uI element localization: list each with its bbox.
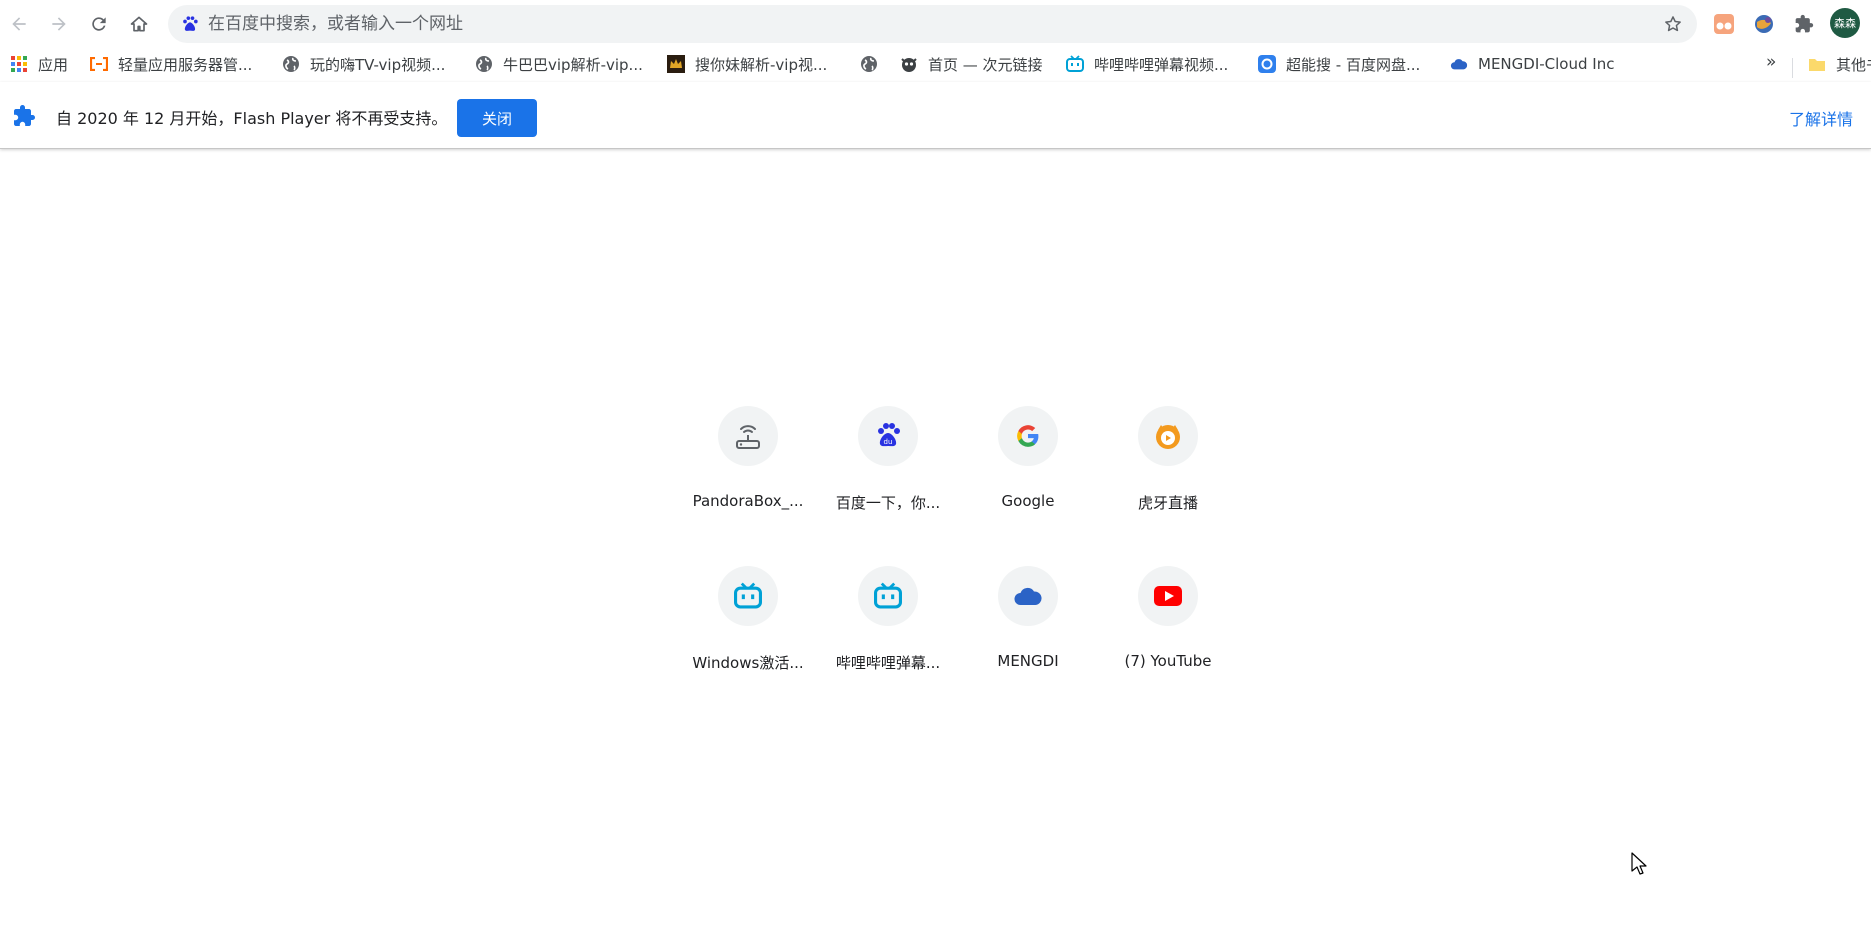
google-icon <box>1017 425 1039 447</box>
svg-text:du: du <box>884 438 893 446</box>
search-app-icon <box>1258 55 1276 73</box>
home-icon <box>130 16 148 32</box>
bookmark-globe[interactable] <box>860 52 888 76</box>
shortcut-tile[interactable]: 虎牙直播 <box>1103 398 1233 528</box>
shortcut-tile[interactable]: du 百度一下，你... <box>823 398 953 528</box>
shortcut-title: Windows激活... <box>692 654 804 672</box>
huya-icon <box>1156 425 1180 449</box>
shortcut-icon-circle <box>718 406 778 466</box>
infobar-close-button[interactable]: 关闭 <box>457 99 537 137</box>
bookmark-wandehai[interactable]: 玩的嗨TV-vip视频... <box>282 52 445 76</box>
profile-avatar[interactable]: 森森 <box>1830 8 1860 38</box>
globe-icon <box>860 55 878 73</box>
arrow-left-icon <box>12 17 26 31</box>
shortcut-title: (7) YouTube <box>1124 652 1212 670</box>
globe-icon <box>282 55 300 73</box>
shortcut-title: 虎牙直播 <box>1137 494 1198 512</box>
bookmark-bilibili[interactable]: 哔哩哔哩弹幕视频... <box>1066 52 1228 76</box>
reload-button[interactable] <box>83 8 115 40</box>
shortcut-title: Google <box>1001 492 1055 510</box>
shortcut-icon-circle <box>1138 566 1198 626</box>
forward-button[interactable] <box>43 8 75 40</box>
bilibili-icon <box>874 582 902 609</box>
star-outline-icon[interactable] <box>1663 14 1683 34</box>
bookmark-label: 应用 <box>38 55 69 74</box>
baidu-paw-icon <box>183 16 198 31</box>
shortcut-tile[interactable]: Google <box>963 398 1093 528</box>
shortcut-icon-circle <box>858 566 918 626</box>
bookmark-channengsou[interactable]: 超能搜 - 百度网盘... <box>1258 52 1420 76</box>
shortcut-icon-circle <box>718 566 778 626</box>
bookmark-label: 哔哩哔哩弹幕视频... <box>1094 55 1229 74</box>
shortcut-tile[interactable]: 哔哩哔哩弹幕... <box>823 558 953 688</box>
bookmark-label: 轻量应用服务器管... <box>118 55 253 74</box>
shortcut-tile[interactable]: PandoraBox_... <box>683 398 813 528</box>
shortcut-icon-circle <box>998 406 1058 466</box>
back-button[interactable] <box>3 8 35 40</box>
router-icon <box>736 425 760 449</box>
bilibili-icon <box>1066 55 1084 73</box>
shortcut-tile[interactable]: (7) YouTube <box>1103 558 1233 688</box>
bookmark-label: 其他书 <box>1836 55 1871 74</box>
shortcut-title: 百度一下，你... <box>835 494 941 512</box>
puzzle-extensions-icon[interactable] <box>1790 10 1818 38</box>
cloud-icon <box>1450 55 1468 73</box>
bookmark-apps[interactable]: 应用 <box>10 52 68 76</box>
shortcut-title: 哔哩哔哩弹幕... <box>835 654 941 672</box>
flash-infobar: 自 2020 年 12 月开始，Flash Player 将不再受支持。 关闭 … <box>0 82 1871 149</box>
shortcut-icon-circle <box>998 566 1058 626</box>
cloud-icon <box>1014 587 1042 605</box>
bookmarks-bar: 应用 轻量应用服务器管... 玩的嗨TV-vip视频... 牛巴巴vip解析-v… <box>0 48 1871 80</box>
address-bar[interactable] <box>168 5 1697 43</box>
bookmark-other-folder[interactable]: 其他书 <box>1808 52 1871 76</box>
bilibili-icon <box>734 582 762 609</box>
youtube-icon <box>1154 586 1182 606</box>
bookmark-label: MENGDI-Cloud Inc <box>1478 55 1615 73</box>
shortcut-tile[interactable]: Windows激活... <box>683 558 813 688</box>
bookmark-ciyuan[interactable]: 首页 — 次元链接 <box>900 52 1043 76</box>
bookmark-aliyun[interactable]: 轻量应用服务器管... <box>90 52 252 76</box>
baidu-icon: du <box>878 423 900 447</box>
bookmark-niubaba[interactable]: 牛巴巴vip解析-vip... <box>475 52 643 76</box>
learn-more-link[interactable]: 了解详情 <box>1789 106 1853 130</box>
bookmarks-divider <box>1792 58 1793 78</box>
bookmark-label: 首页 — 次元链接 <box>928 55 1043 74</box>
folder-icon <box>1808 55 1826 73</box>
apps-grid-icon <box>10 55 28 73</box>
globe-extension-icon[interactable] <box>1750 10 1778 38</box>
shortcut-tile[interactable]: MENGDI <box>963 558 1093 688</box>
omnibox-input[interactable] <box>208 5 1608 43</box>
mouse-cursor-icon <box>1631 852 1647 875</box>
arrow-right-icon <box>52 17 66 31</box>
bookmarks-overflow-button[interactable]: » <box>1766 52 1776 72</box>
puzzle-icon <box>14 105 35 126</box>
bookmark-sounimei[interactable]: 搜你妹解析-vip视... <box>667 52 827 76</box>
bookmark-label: 玩的嗨TV-vip视频... <box>310 55 446 74</box>
shortcut-title: MENGDI <box>997 652 1059 670</box>
shortcut-grid: PandoraBox_... du 百度一下，你... Google 虎牙直播 … <box>683 398 1243 698</box>
infobar-message: 自 2020 年 12 月开始，Flash Player 将不再受支持。 <box>56 109 448 128</box>
browser-toolbar: 森森 <box>0 0 1871 48</box>
bookmark-label: 搜你妹解析-vip视... <box>695 55 828 74</box>
bookmark-mengdi[interactable]: MENGDI-Cloud Inc <box>1450 52 1614 76</box>
aliyun-icon <box>90 55 108 73</box>
crown-icon <box>667 55 685 73</box>
reload-icon <box>92 17 106 31</box>
bookmark-label: 超能搜 - 百度网盘... <box>1286 55 1421 74</box>
shortcut-title: PandoraBox_... <box>692 492 804 510</box>
globe-icon <box>475 55 493 73</box>
bookmark-label: 牛巴巴vip解析-vip... <box>503 55 643 74</box>
shortcut-icon-circle <box>1138 406 1198 466</box>
tampermonkey-icon[interactable] <box>1710 10 1738 38</box>
dog-icon <box>900 55 918 73</box>
shortcut-icon-circle: du <box>858 406 918 466</box>
home-button[interactable] <box>123 8 155 40</box>
